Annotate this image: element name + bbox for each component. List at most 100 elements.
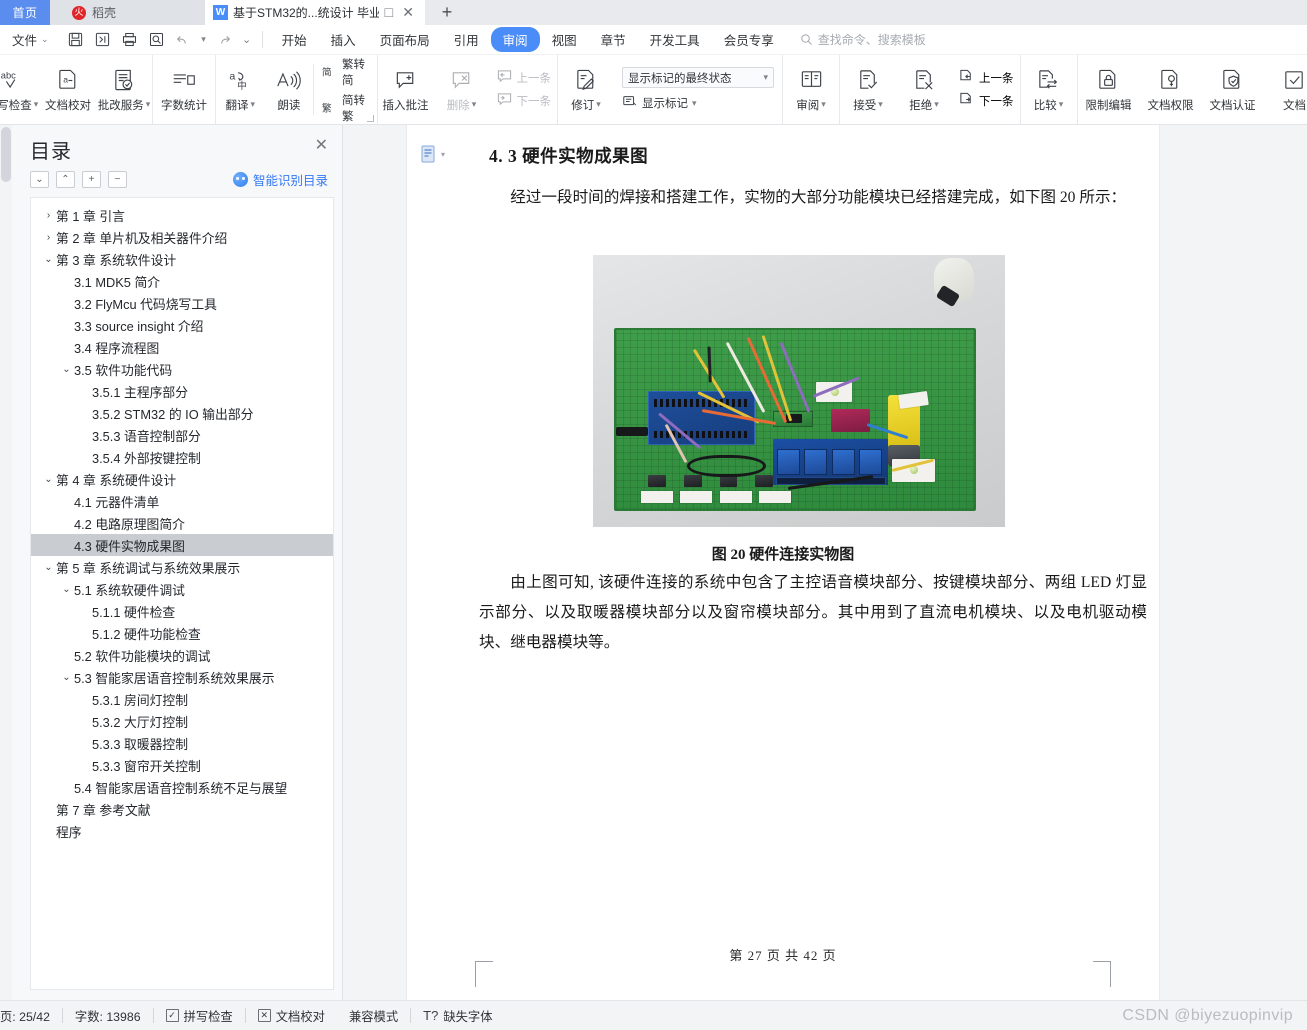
file-menu-button[interactable]: 文件 ⌄: [0, 30, 59, 49]
left-scrollbar[interactable]: [0, 125, 12, 1000]
toc-item[interactable]: ·4.2 电路原理图简介: [31, 512, 333, 534]
chevron-down-icon[interactable]: ⌄: [41, 474, 56, 485]
paragraph-style-marker[interactable]: ▾: [421, 145, 445, 163]
toc-item[interactable]: ·3.2 FlyMcu 代码烧写工具: [31, 292, 333, 314]
toc-item[interactable]: ·4.1 元器件清单: [31, 490, 333, 512]
toc-item[interactable]: ·3.1 MDK5 简介: [31, 270, 333, 292]
toc-item[interactable]: ·5.3.1 房间灯控制: [31, 688, 333, 710]
redo-icon[interactable]: [212, 28, 237, 52]
toc-item[interactable]: ⌄ 5.1 系统软硬件调试: [31, 578, 333, 600]
tab-chapter[interactable]: 章节: [589, 27, 638, 52]
chevron-right-icon[interactable]: ›: [41, 210, 56, 221]
search-command-box[interactable]: 查找命令、搜索模板: [800, 31, 926, 48]
chevron-down-icon[interactable]: ⌄: [59, 364, 74, 375]
document-canvas[interactable]: ▾ 4. 3 硬件实物成果图 经过一段时间的焊接和搭建工作，实物的大部分功能模块…: [343, 125, 1307, 1000]
toc-item[interactable]: ⌄ 第 3 章 系统软件设计: [31, 248, 333, 270]
tab-references[interactable]: 引用: [442, 27, 491, 52]
close-icon[interactable]: ✕: [399, 4, 417, 21]
toc-item[interactable]: ·5.1.2 硬件功能检查: [31, 622, 333, 644]
toc-item[interactable]: ·4.3 硬件实物成果图: [31, 534, 333, 556]
save-icon[interactable]: [63, 28, 88, 52]
toc-item[interactable]: ·5.2 软件功能模块的调试: [31, 644, 333, 666]
tab-view[interactable]: 视图: [540, 27, 589, 52]
spellcheck-status[interactable]: ✓ 拼写检查: [154, 1007, 245, 1025]
tab-start[interactable]: 开始: [270, 27, 319, 52]
tab-home[interactable]: 首页: [0, 0, 50, 25]
next-comment-button[interactable]: 下一条: [496, 92, 551, 110]
toc-item[interactable]: ·程序: [31, 820, 333, 842]
toc-item[interactable]: ·第 7 章 参考文献: [31, 798, 333, 820]
chevron-right-icon[interactable]: ›: [41, 232, 56, 243]
restrict-edit-button[interactable]: 限制编辑: [1078, 55, 1140, 124]
reviewing-pane-button[interactable]: 审阅 ▾: [783, 55, 839, 124]
toc-item[interactable]: ⌄ 3.5 软件功能代码: [31, 358, 333, 380]
chevron-down-icon[interactable]: ⌄: [41, 254, 56, 265]
toc-item[interactable]: ·5.1.1 硬件检查: [31, 600, 333, 622]
trad-to-simp-button[interactable]: 简 繁转简: [321, 56, 369, 88]
undo-icon[interactable]: [171, 28, 196, 52]
chevron-down-icon[interactable]: ⌄: [59, 672, 74, 683]
tab-page-layout[interactable]: 页面布局: [368, 27, 442, 52]
toc-item[interactable]: ·5.3.2 大厅灯控制: [31, 710, 333, 732]
toc-item[interactable]: ·3.5.3 语音控制部分: [31, 424, 333, 446]
tab-daoke[interactable]: 火 稻壳: [50, 0, 205, 25]
toc-item[interactable]: ·5.3.3 取暖器控制: [31, 732, 333, 754]
tab-member-exclusive[interactable]: 会员专享: [712, 27, 786, 52]
toc-item[interactable]: ⌄ 第 4 章 系统硬件设计: [31, 468, 333, 490]
doc-certify-button[interactable]: 文档认证: [1202, 55, 1264, 124]
word-count-button[interactable]: 字数统计: [153, 55, 215, 124]
toc-item[interactable]: ·3.5.1 主程序部分: [31, 380, 333, 402]
tab-review[interactable]: 审阅: [490, 27, 540, 52]
print-preview-icon[interactable]: [144, 28, 169, 52]
page-indicator[interactable]: 页: 25/42: [0, 1007, 62, 1025]
toc-list[interactable]: ›第 1 章 引言›第 2 章 单片机及相关器件介绍⌄第 3 章 系统软件设计·…: [30, 197, 334, 990]
close-icon[interactable]: ✕: [313, 135, 330, 157]
left-scrollbar-thumb[interactable]: [1, 127, 11, 182]
translate-button[interactable]: a 中 翻译 ▾: [216, 55, 265, 124]
prev-change-button[interactable]: 上一条: [958, 69, 1014, 87]
compare-button[interactable]: 比较 ▾: [1021, 55, 1077, 124]
spell-check-button[interactable]: abc 拼写检查▾: [0, 55, 40, 124]
collapse-all-button[interactable]: −: [108, 171, 127, 188]
doc-check-button[interactable]: 文档: [1264, 55, 1307, 124]
proofread-status[interactable]: ✕ 文档校对: [246, 1007, 337, 1025]
toc-item[interactable]: › 第 2 章 单片机及相关器件介绍: [31, 226, 333, 248]
simp-to-trad-button[interactable]: 繁 简转繁: [321, 92, 369, 124]
doc-permission-button[interactable]: 文档权限: [1140, 55, 1202, 124]
chevron-down-icon[interactable]: ⌄: [59, 584, 74, 595]
tab-developer-tools[interactable]: 开发工具: [638, 27, 712, 52]
tab-insert[interactable]: 插入: [319, 27, 368, 52]
tab-document[interactable]: W 基于STM32的...统设计 毕业论文 ☐ ✕: [205, 0, 425, 25]
print-icon[interactable]: [117, 28, 142, 52]
toc-item[interactable]: ⌄ 第 5 章 系统调试与系统效果展示: [31, 556, 333, 578]
insert-comment-button[interactable]: 插入批注: [378, 55, 434, 124]
word-count-indicator[interactable]: 字数: 13986: [63, 1007, 153, 1025]
toc-item[interactable]: ·3.4 程序流程图: [31, 336, 333, 358]
toc-item[interactable]: ·5.4 智能家居语音控制系统不足与展望: [31, 776, 333, 798]
show-markup-button[interactable]: 显示标记 ▾: [622, 94, 774, 112]
read-aloud-button[interactable]: 朗读: [265, 55, 314, 124]
missing-font-status[interactable]: T? 缺失字体: [411, 1007, 504, 1025]
chevron-down-icon[interactable]: ⌄: [41, 562, 56, 573]
track-changes-button[interactable]: 修订 ▾: [558, 55, 614, 124]
smart-toc-button[interactable]: 智能识别目录: [232, 170, 328, 189]
next-change-button[interactable]: 下一条: [958, 92, 1014, 110]
accept-change-button[interactable]: 接受 ▾: [840, 55, 896, 124]
doc-proofread-button[interactable]: a 文档校对: [40, 55, 96, 124]
reject-change-button[interactable]: 拒绝 ▾: [896, 55, 952, 124]
toc-item[interactable]: › 第 1 章 引言: [31, 204, 333, 226]
toc-item[interactable]: ·3.5.4 外部按键控制: [31, 446, 333, 468]
delete-comment-button[interactable]: 删除 ▾: [434, 55, 490, 124]
save-as-icon[interactable]: [90, 28, 115, 52]
markup-state-select[interactable]: 显示标记的最终状态 ▾: [622, 67, 774, 88]
expand-down-button[interactable]: ⌄: [30, 171, 49, 188]
collapse-up-button[interactable]: ⌃: [56, 171, 75, 188]
undo-dropdown-icon[interactable]: ▾: [198, 28, 210, 52]
toc-item[interactable]: ⌄ 5.3 智能家居语音控制系统效果展示: [31, 666, 333, 688]
expand-all-button[interactable]: +: [82, 171, 101, 188]
new-tab-button[interactable]: +: [425, 0, 469, 25]
correction-service-button[interactable]: 批改服务 ▾: [96, 55, 152, 124]
toc-item[interactable]: ·5.3.3 窗帘开关控制: [31, 754, 333, 776]
display-icon[interactable]: ☐: [384, 6, 395, 20]
compat-mode-status[interactable]: 兼容模式: [337, 1007, 410, 1025]
